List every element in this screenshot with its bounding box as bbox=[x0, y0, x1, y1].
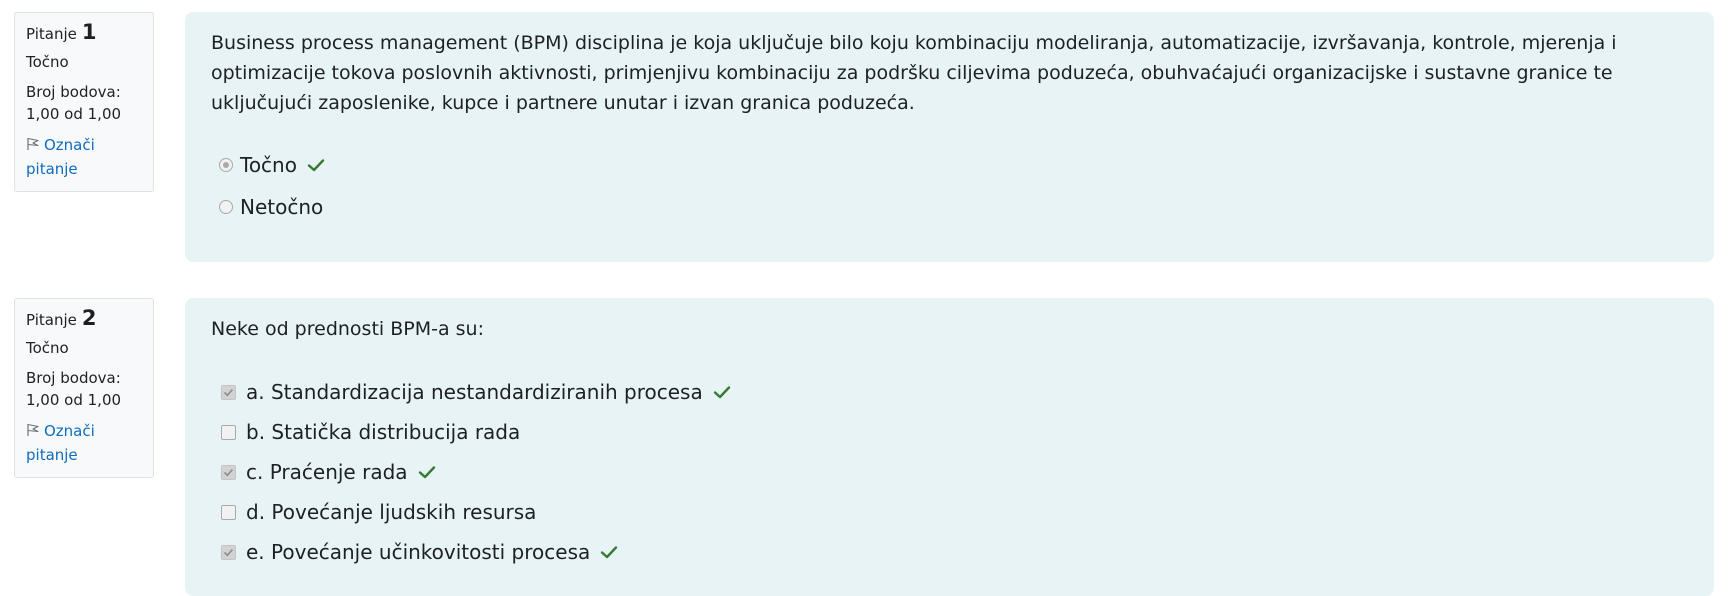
checkbox[interactable] bbox=[221, 384, 236, 400]
question-state: Točno bbox=[26, 339, 69, 357]
question-number: Pitanje 1 bbox=[26, 21, 142, 45]
flag-question-link[interactable]: Označi pitanje bbox=[26, 419, 142, 467]
flag-icon bbox=[27, 137, 39, 150]
question-grade-value: 1,00 od 1,00 bbox=[26, 391, 122, 409]
answer-label: a. Standardizacija nestandardiziranih pr… bbox=[246, 380, 703, 404]
radio-button[interactable] bbox=[219, 158, 233, 172]
check-icon bbox=[418, 466, 435, 479]
answer-label: d. Povećanje ljudskih resursa bbox=[246, 500, 537, 524]
answer-label: e. Povećanje učinkovitosti procesa bbox=[246, 540, 591, 564]
answer-list: a. Standardizacija nestandardiziranih pr… bbox=[211, 372, 1688, 572]
question-info: Pitanje 2 Točno Broj bodova: 1,00 od 1,0… bbox=[14, 298, 154, 478]
check-icon bbox=[601, 546, 618, 559]
check-icon bbox=[713, 386, 730, 399]
answer-option-false[interactable]: Netočno bbox=[211, 186, 1688, 228]
question-text: Business process management (BPM) discip… bbox=[211, 32, 1617, 114]
question-content: Business process management (BPM) discip… bbox=[185, 12, 1714, 262]
question-label: Pitanje bbox=[26, 25, 77, 43]
answer-label: c. Praćenje rada bbox=[246, 460, 408, 484]
answer-option-a[interactable]: a. Standardizacija nestandardiziranih pr… bbox=[211, 372, 1688, 412]
question-content: Neke od prednosti BPM-a su: a. Standardi… bbox=[185, 298, 1714, 596]
checkbox[interactable] bbox=[221, 424, 236, 440]
answer-option-b[interactable]: b. Statička distribucija rada bbox=[211, 412, 1688, 452]
answer-option-e[interactable]: e. Povećanje učinkovitosti procesa bbox=[211, 532, 1688, 572]
question-grade-label: Broj bodova: bbox=[26, 369, 121, 387]
check-icon bbox=[307, 159, 325, 172]
answer-label: Netočno bbox=[240, 195, 324, 219]
question-info: Pitanje 1 Točno Broj bodova: 1,00 od 1,0… bbox=[14, 12, 154, 192]
question-grade-label: Broj bodova: bbox=[26, 83, 121, 101]
question-number-value: 2 bbox=[81, 306, 97, 330]
question-number: Pitanje 2 bbox=[26, 307, 142, 331]
answer-label: Točno bbox=[240, 153, 297, 177]
answer-label: b. Statička distribucija rada bbox=[246, 420, 521, 444]
flag-icon bbox=[27, 423, 39, 436]
question-grade-value: 1,00 od 1,00 bbox=[26, 105, 122, 123]
question-text: Neke od prednosti BPM-a su: bbox=[211, 318, 484, 340]
question-state: Točno bbox=[26, 53, 69, 71]
answer-option-d[interactable]: d. Povećanje ljudskih resursa bbox=[211, 492, 1688, 532]
checkbox[interactable] bbox=[221, 504, 236, 520]
answer-option-true[interactable]: Točno bbox=[211, 144, 1688, 186]
flag-question-link[interactable]: Označi pitanje bbox=[26, 133, 142, 181]
question-label: Pitanje bbox=[26, 311, 77, 329]
radio-button[interactable] bbox=[219, 200, 233, 214]
checkbox[interactable] bbox=[221, 544, 236, 560]
answer-list: Točno Netočno bbox=[211, 144, 1688, 228]
answer-option-c[interactable]: c. Praćenje rada bbox=[211, 452, 1688, 492]
checkbox[interactable] bbox=[221, 464, 236, 480]
question-number-value: 1 bbox=[81, 20, 97, 44]
